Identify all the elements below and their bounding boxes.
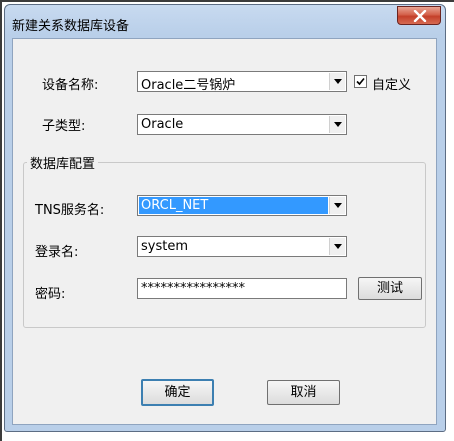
chevron-down-icon — [334, 203, 342, 208]
password-label: 密码: — [35, 287, 66, 302]
test-button[interactable]: 测试 — [358, 277, 422, 300]
tns-label: TNS服务名: — [35, 203, 105, 218]
checkmark-icon — [356, 77, 365, 86]
cancel-button[interactable]: 取消 — [267, 380, 340, 405]
login-combobox[interactable]: system — [137, 236, 347, 257]
chevron-down-icon — [334, 79, 342, 84]
dialog-client-area: 设备名称: Oracle二号锅炉 自定义 子类型: Oracle 数据库配置 T… — [12, 38, 437, 425]
background-edge-top — [0, 0, 454, 2]
database-config-title: 数据库配置 — [27, 153, 99, 172]
subtype-value: Oracle — [141, 117, 184, 132]
subtype-dropdown-button[interactable] — [329, 116, 345, 133]
window-title: 新建关系数据库设备 — [12, 19, 130, 34]
device-name-label: 设备名称: — [42, 78, 99, 93]
tns-combobox[interactable]: ORCL_NET — [137, 195, 347, 216]
tns-dropdown-button[interactable] — [329, 197, 345, 214]
custom-checkbox-label: 自定义 — [372, 78, 412, 93]
device-name-combobox[interactable]: Oracle二号锅炉 — [137, 71, 347, 93]
subtype-combobox[interactable]: Oracle — [137, 114, 347, 135]
device-name-dropdown-button[interactable] — [329, 73, 345, 90]
device-name-value: Oracle二号锅炉 — [141, 78, 236, 93]
close-button[interactable] — [397, 6, 441, 25]
login-value: system — [141, 239, 188, 254]
login-label: 登录名: — [35, 245, 79, 260]
chevron-down-icon — [334, 122, 342, 127]
close-icon — [413, 10, 427, 22]
password-field[interactable]: **************** — [137, 278, 347, 299]
background-edge-left — [0, 0, 2, 441]
ok-button[interactable]: 确定 — [141, 379, 214, 406]
custom-checkbox[interactable] — [354, 75, 367, 88]
login-dropdown-button[interactable] — [329, 238, 345, 255]
password-value: **************** — [141, 281, 245, 296]
tns-value: ORCL_NET — [141, 198, 209, 213]
subtype-label: 子类型: — [42, 119, 86, 134]
chevron-down-icon — [334, 244, 342, 249]
title-bar[interactable]: 新建关系数据库设备 — [5, 5, 445, 39]
dialog-window: 新建关系数据库设备 设备名称: Oracle二号锅炉 自定义 子类型: Orac… — [4, 4, 446, 432]
